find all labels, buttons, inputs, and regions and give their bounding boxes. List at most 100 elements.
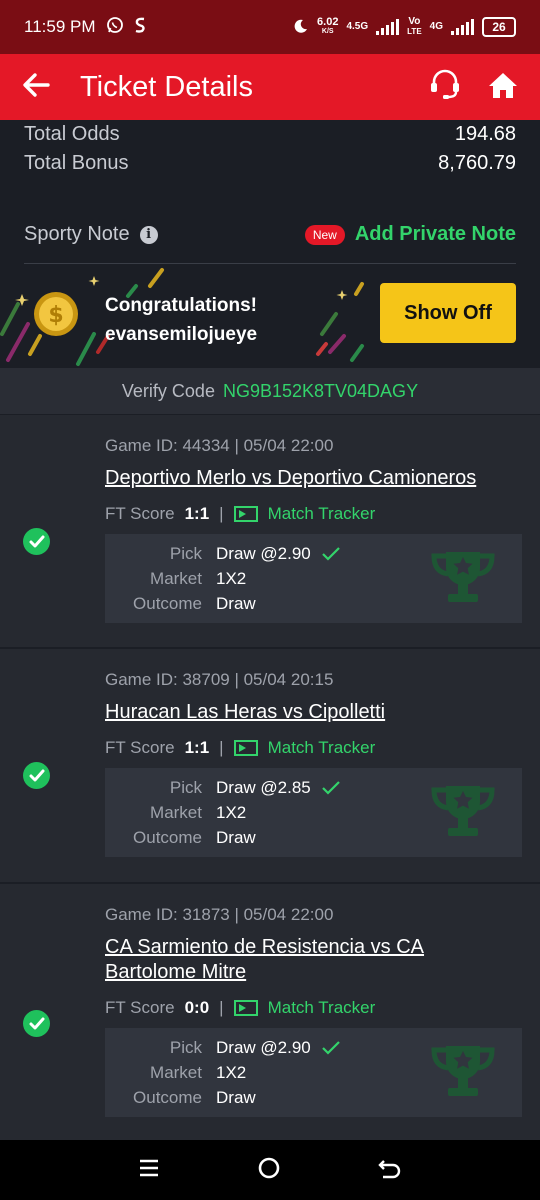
system-nav-bar — [0, 1140, 540, 1200]
sporty-note-label: Sporty Note — [24, 223, 130, 245]
game-card: Game ID: 31873 | 05/04 22:00 CA Sarmient… — [0, 883, 540, 1140]
trophy-icon — [431, 1046, 495, 1096]
tracker-flag-icon — [233, 740, 258, 756]
match-tracker-label[interactable]: Match Tracker — [268, 738, 376, 758]
ft-score-value: 0:0 — [184, 998, 210, 1017]
app-header: Ticket Details — [0, 54, 540, 120]
ticket-summary: Total Odds 194.68 Total Bonus 8,760.79 — [24, 120, 516, 178]
market-value: 1X2 — [216, 569, 247, 588]
check-icon — [321, 1041, 340, 1055]
pick-value: Draw @2.85 — [216, 778, 311, 797]
outcome-label: Outcome — [133, 1088, 202, 1107]
pick-value: Draw @2.90 — [216, 1038, 311, 1057]
ft-score-value: 1:1 — [184, 504, 210, 523]
separator: | — [219, 738, 224, 757]
match-name[interactable]: CA Sarmiento de Resistencia vs CA Bartol… — [105, 935, 515, 985]
battery-icon: 26 — [482, 17, 516, 37]
won-check-icon — [23, 762, 50, 789]
ft-score-label: FT Score — [105, 998, 175, 1017]
ft-score-value: 1:1 — [184, 738, 210, 757]
gold-coin-icon: $ — [34, 292, 78, 336]
total-bonus-value: 8,760.79 — [438, 152, 516, 174]
battery-level: 26 — [492, 20, 506, 34]
pick-label: Pick — [169, 778, 202, 797]
total-odds-row: Total Odds 194.68 — [24, 120, 516, 149]
pick-label: Pick — [169, 1038, 202, 1057]
match-tracker-label[interactable]: Match Tracker — [268, 998, 376, 1018]
svg-text:$: $ — [48, 303, 63, 328]
ft-score-label: FT Score — [105, 504, 175, 523]
net-type-1: 4.5G — [346, 21, 369, 32]
market-label: Market — [150, 569, 202, 588]
tracker-flag-icon — [233, 1000, 258, 1016]
info-icon[interactable]: i — [139, 225, 158, 244]
speed-value: 6.02 — [317, 16, 339, 28]
check-icon — [321, 781, 340, 795]
match-name[interactable]: Huracan Las Heras vs Cipolletti — [105, 700, 515, 725]
ft-score-row: FT Score 1:1 | Match Tracker — [105, 738, 375, 758]
volte-top: Vo — [408, 16, 421, 27]
game-card: Game ID: 38709 | 05/04 20:15 Huracan Las… — [0, 648, 540, 882]
game-card: Game ID: 44334 | 05/04 22:00 Deportivo M… — [0, 414, 540, 647]
verify-code-bar: Verify Code NG9B152K8TV04DAGY — [0, 368, 540, 414]
congrats-text: Congratulations! evansemilojueye — [105, 291, 257, 349]
page-title: Ticket Details — [80, 70, 253, 103]
market-label: Market — [150, 1063, 202, 1082]
game-id: Game ID: 31873 | 05/04 22:00 — [105, 905, 334, 924]
won-check-icon — [23, 1010, 50, 1037]
support-headset-icon[interactable] — [428, 69, 462, 106]
total-odds-label: Total Odds — [24, 123, 120, 145]
verify-code-value[interactable]: NG9B152K8TV04DAGY — [223, 381, 418, 402]
home-circle-icon[interactable] — [257, 1156, 281, 1185]
match-tracker-link[interactable]: Match Tracker — [233, 738, 376, 758]
status-bar: 11:59 PM 6.02 K/S 4.5G Vo LTE 4G 26 — [0, 0, 540, 54]
show-off-button[interactable]: Show Off — [380, 283, 516, 343]
pick-details: Pick Draw @2.85 Market 1X2 Outcome Draw — [105, 768, 522, 857]
net-speed: 6.02 K/S — [317, 17, 338, 37]
match-name-line-1: CA Sarmiento de Resistencia vs CA — [105, 936, 425, 958]
game-id: Game ID: 44334 | 05/04 22:00 — [105, 436, 334, 455]
speed-unit: K/S — [321, 28, 334, 35]
whatsapp-icon — [106, 16, 124, 39]
sporty-icon — [134, 16, 146, 39]
match-name[interactable]: Deportivo Merlo vs Deportivo Camioneros — [105, 466, 515, 491]
net-type-2: 4G — [429, 21, 443, 32]
sporty-note-row: Sporty Note i New Add Private Note — [24, 206, 516, 264]
won-check-icon — [23, 528, 50, 555]
add-private-note-link[interactable]: Add Private Note — [355, 223, 516, 246]
signal-icon — [376, 19, 400, 35]
separator: | — [219, 998, 224, 1017]
game-id: Game ID: 38709 | 05/04 20:15 — [105, 670, 334, 689]
outcome-value: Draw — [216, 1088, 256, 1107]
pick-details: Pick Draw @2.90 Market 1X2 Outcome Draw — [105, 1028, 522, 1117]
total-odds-value: 194.68 — [454, 123, 516, 145]
home-icon[interactable] — [488, 71, 518, 104]
recent-apps-icon[interactable] — [138, 1158, 160, 1183]
verify-code-label: Verify Code — [121, 380, 215, 401]
check-icon — [321, 547, 340, 561]
tracker-flag-icon — [233, 506, 258, 522]
back-arrow-icon[interactable] — [22, 72, 50, 103]
match-tracker-link[interactable]: Match Tracker — [233, 504, 376, 524]
ft-score-row: FT Score 1:1 | Match Tracker — [105, 504, 375, 524]
total-bonus-row: Total Bonus 8,760.79 — [24, 149, 516, 178]
outcome-label: Outcome — [133, 828, 202, 847]
congrats-banner: $ Congratulations! evansemilojueye Show … — [0, 264, 540, 368]
moon-icon — [293, 18, 309, 37]
outcome-value: Draw — [216, 594, 256, 613]
back-nav-icon[interactable] — [377, 1157, 402, 1184]
signal-icon-2 — [451, 19, 474, 35]
ft-score-row: FT Score 0:0 | Match Tracker — [105, 998, 375, 1018]
match-tracker-label[interactable]: Match Tracker — [268, 504, 376, 524]
trophy-icon — [431, 786, 495, 836]
outcome-label: Outcome — [133, 594, 202, 613]
separator: | — [219, 504, 224, 523]
pick-details: Pick Draw @2.90 Market 1X2 Outcome Draw — [105, 534, 522, 623]
market-label: Market — [150, 803, 202, 822]
match-tracker-link[interactable]: Match Tracker — [233, 998, 376, 1018]
congrats-title: Congratulations! — [105, 295, 257, 316]
match-name-line-2: Bartolome Mitre — [105, 961, 247, 983]
ft-score-label: FT Score — [105, 738, 175, 757]
total-bonus-label: Total Bonus — [24, 152, 129, 174]
congrats-username: evansemilojueye — [105, 324, 258, 345]
